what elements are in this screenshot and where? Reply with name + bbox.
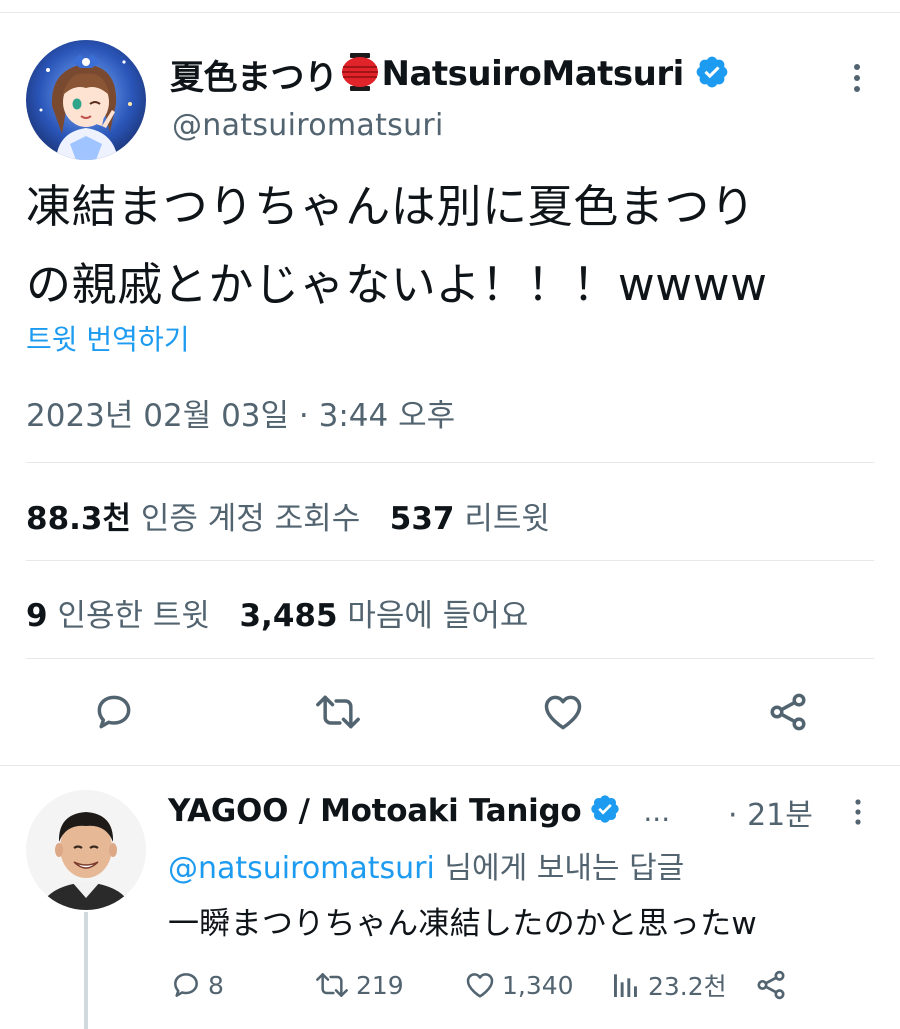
author-display-name-suffix[interactable]: NatsuiroMatsuri <box>382 54 685 94</box>
reply-name-ellipsis: ... <box>643 794 671 828</box>
stats-row: 88.3천 인증 계정 조회수 537 리트윗 <box>26 493 550 538</box>
likes-label[interactable]: 마음에 들어요 <box>347 598 528 634</box>
reply-action-share[interactable] <box>754 965 794 1005</box>
more-icon[interactable] <box>842 58 872 98</box>
retweets-count[interactable]: 537 <box>390 501 455 537</box>
reply-action-views[interactable]: 23.2천 <box>610 965 727 1005</box>
reply-to-suffix: 님에게 보내는 답글 <box>434 851 685 886</box>
divider <box>26 462 874 463</box>
reply-action-like[interactable]: 1,340 <box>464 965 574 1005</box>
engagement-row: 9 인용한 트윗 3,485 마음에 들어요 <box>26 590 528 635</box>
reply-count: 8 <box>208 970 224 1000</box>
quotes-label[interactable]: 인용한 트윗 <box>57 598 209 634</box>
reply-to-mention[interactable]: @natsuiromatsuri <box>168 851 435 886</box>
reply-icon[interactable] <box>170 969 202 1001</box>
tweet-text: 凍結まつりちゃんは別に夏色まつり の親戚とかじゃないよ！！！wwww <box>26 168 886 324</box>
reply-author-row[interactable]: YAGOO / Motoaki Tanigo ... <box>168 788 670 834</box>
views-count: 88.3천 <box>26 501 132 537</box>
lantern-icon <box>340 53 380 95</box>
divider <box>26 560 874 561</box>
top-divider <box>0 12 900 13</box>
author-handle[interactable]: @natsuiromatsuri <box>172 108 444 143</box>
tweet-text-line: 凍結まつりちゃんは別に夏色まつり <box>26 180 756 233</box>
thread-line <box>84 912 88 1029</box>
reply-avatar[interactable] <box>26 790 146 910</box>
author-name-row[interactable]: 夏色まつり NatsuiroMatsuri <box>170 50 730 98</box>
avatar[interactable] <box>26 40 146 160</box>
more-icon[interactable] <box>845 795 871 829</box>
reply-text: 一瞬まつりちゃん凍結したのかと思ったw <box>168 906 758 942</box>
divider <box>26 658 874 659</box>
tweet-text-line: の親戚とかじゃないよ！！！wwww <box>26 258 768 311</box>
quotes-count[interactable]: 9 <box>26 598 48 634</box>
reply-icon[interactable] <box>90 688 138 736</box>
section-divider <box>0 765 900 766</box>
reply-author-name[interactable]: YAGOO / Motoaki Tanigo <box>168 793 582 829</box>
view-count: 23.2천 <box>648 972 727 1001</box>
share-icon[interactable] <box>754 968 788 1002</box>
reply-to-line: @natsuiromatsuri 님에게 보내는 답글 <box>168 843 684 887</box>
translate-tweet-link[interactable]: 트윗 번역하기 <box>26 318 189 358</box>
verified-badge-icon <box>694 54 730 94</box>
like-icon[interactable] <box>539 688 587 736</box>
like-count: 1,340 <box>502 970 574 1000</box>
retweet-icon[interactable] <box>314 688 362 736</box>
reply-action-reply[interactable]: 8 <box>170 965 224 1005</box>
share-icon[interactable] <box>764 688 812 736</box>
tweet-timestamp[interactable]: 2023년 02월 03일 · 3:44 오후 <box>26 390 455 435</box>
author-display-name[interactable]: 夏色まつり <box>170 50 338 99</box>
retweet-icon[interactable] <box>314 969 350 1001</box>
retweets-label[interactable]: 리트윗 <box>464 501 550 537</box>
reply-action-retweet[interactable]: 219 <box>314 965 404 1005</box>
reply-time[interactable]: · 21분 <box>728 790 813 834</box>
like-icon[interactable] <box>464 969 496 1001</box>
verified-badge-icon <box>589 793 621 829</box>
views-label[interactable]: 인증 계정 조회수 <box>141 501 360 537</box>
likes-count[interactable]: 3,485 <box>239 598 337 634</box>
analytics-icon[interactable] <box>610 969 642 1001</box>
retweet-count: 219 <box>356 970 404 1000</box>
